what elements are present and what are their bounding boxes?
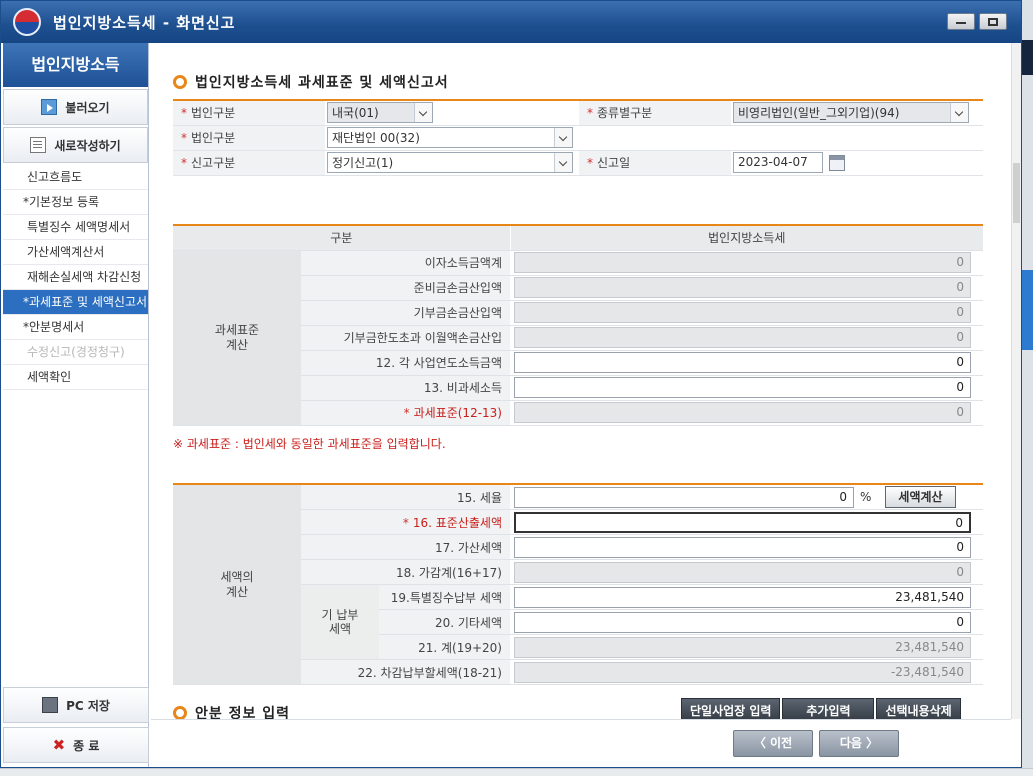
nav-header: 법인지방소득 bbox=[3, 43, 148, 87]
new-button-label: 새로작성하기 bbox=[54, 138, 121, 153]
nontaxable-input[interactable]: 0 bbox=[514, 377, 971, 398]
calc-tax-button[interactable]: 세액계산 bbox=[885, 486, 956, 508]
chevron-down-icon bbox=[554, 153, 572, 172]
new-button[interactable]: 새로작성하기 bbox=[3, 127, 148, 163]
surcharge-input[interactable]: 0 bbox=[514, 536, 971, 558]
next-button[interactable]: 다음 〉 bbox=[819, 730, 899, 757]
orange-bullet-icon bbox=[173, 706, 187, 720]
title-bar: 법인지방소득세 - 화면신고 bbox=[1, 1, 1021, 43]
report-date-input[interactable]: 2023-04-07 bbox=[733, 152, 823, 173]
nav-item-tax-base[interactable]: *과세표준 및 세액신고서 bbox=[3, 290, 148, 315]
report-date-label: 신고일 bbox=[597, 156, 631, 170]
nav-item-basic-info[interactable]: *기본정보 등록 bbox=[3, 190, 148, 215]
exit-label: 종 료 bbox=[73, 738, 100, 753]
load-button-label: 불러오기 bbox=[65, 100, 110, 115]
tax-base-group-label: 과세표준 계산 bbox=[173, 250, 301, 426]
kind-label: 종류별구분 bbox=[597, 106, 653, 121]
interest-income-input: 0 bbox=[514, 252, 971, 273]
taegeuk-logo-icon bbox=[13, 8, 41, 36]
prepaid-group-label: 기 납부 세액 bbox=[301, 584, 379, 660]
nav-item-amend: 수정신고(경정청구) bbox=[3, 340, 148, 365]
row-label: 준비금손금산입액 bbox=[301, 275, 510, 301]
main-content: 법인지방소득세 과세표준 및 세액신고서 * 법인구분 내국(01) * 종류별구분… bbox=[151, 43, 1011, 767]
pc-save-label: PC 저장 bbox=[66, 698, 110, 713]
surcharge-label: 17. 가산세액 bbox=[301, 534, 510, 560]
load-icon bbox=[41, 99, 58, 115]
load-button[interactable]: 불러오기 bbox=[3, 89, 148, 125]
chevron-down-icon bbox=[554, 128, 572, 147]
rate-unit: % bbox=[860, 490, 872, 504]
nav-item-allocation[interactable]: *안분명세서 bbox=[3, 315, 148, 340]
row-label: 13. 비과세소득 bbox=[301, 375, 510, 401]
special-label: 19.특별징수납부 세액 bbox=[379, 584, 510, 610]
pc-save-button[interactable]: PC 저장 bbox=[3, 687, 149, 723]
maximize-button[interactable] bbox=[979, 13, 1007, 30]
tax-base-note: ※ 과세표준 : 법인세와 동일한 과세표준을 입력합니다. bbox=[173, 437, 446, 451]
kind-select[interactable]: 비영리법인(일반_그외기업)(94) bbox=[733, 102, 969, 124]
prev-button[interactable]: 〈 이전 bbox=[733, 730, 813, 757]
diff-input: -23,481,540 bbox=[514, 661, 971, 683]
corp-type-label: 법인구분 bbox=[191, 106, 236, 121]
window-title: 법인지방소득세 - 화면신고 bbox=[53, 14, 236, 32]
tax-base-input: 0 bbox=[514, 402, 971, 423]
row-label: 이자소득금액계 bbox=[301, 250, 510, 276]
nav-item-flow[interactable]: 신고흐름도 bbox=[3, 165, 148, 190]
standard-label: 16. 표준산출세액 bbox=[412, 515, 502, 530]
close-x-icon: ✖ bbox=[52, 736, 66, 754]
tax-base-table: 구분 법인지방소득세 과세표준 계산 이자소득금액계 0 준비금손금산입액 0 … bbox=[173, 224, 983, 426]
special-input[interactable]: 23,481,540 bbox=[514, 586, 971, 608]
reserve-input: 0 bbox=[514, 277, 971, 298]
document-edit-icon bbox=[30, 137, 47, 153]
tax-calc-group-label: 세액의 계산 bbox=[173, 484, 301, 685]
nav-item-surcharge[interactable]: 가산세액계산서 bbox=[3, 240, 148, 265]
rate-input[interactable]: 0 bbox=[514, 486, 854, 508]
row-label: 12. 각 사업연도소득금액 bbox=[301, 350, 510, 376]
app-window: 법인지방소득세 - 화면신고 법인지방소득 불러오기 새로작성하기 신고흐름도 … bbox=[0, 0, 1022, 768]
section-title: 법인지방소득세 과세표준 및 세액신고서 bbox=[173, 72, 449, 92]
row-label: 기부금한도초과 이월액손금산입 bbox=[301, 325, 510, 351]
floppy-disk-icon bbox=[42, 697, 59, 713]
standard-tax-input[interactable]: 0 bbox=[514, 511, 971, 533]
report-type-label: 신고구분 bbox=[191, 156, 236, 170]
sum-input: 0 bbox=[514, 561, 971, 583]
row-label: 과세표준(12-13) bbox=[413, 406, 502, 420]
calendar-icon[interactable] bbox=[828, 154, 845, 171]
background-window-edge bbox=[1022, 0, 1033, 776]
footer: 〈 이전 다음 〉 bbox=[151, 719, 1011, 767]
corp-type-select[interactable]: 내국(01) bbox=[327, 102, 433, 124]
col-tax: 법인지방소득세 bbox=[509, 225, 983, 251]
other-input[interactable]: 0 bbox=[514, 611, 971, 633]
header-form: * 법인구분 내국(01) * 종류별구분 비영리법인(일반_그외기업)(94) *… bbox=[173, 99, 983, 176]
sum-label: 18. 가감계(16+17) bbox=[301, 559, 510, 585]
row-label: 기부금손금산입액 bbox=[301, 300, 510, 326]
total-input: 23,481,540 bbox=[514, 636, 971, 658]
total-label: 21. 계(19+20) bbox=[379, 634, 510, 660]
left-nav: 법인지방소득 불러오기 새로작성하기 신고흐름도 *기본정보 등록 특별징수 세… bbox=[3, 43, 149, 767]
exit-button[interactable]: ✖ 종 료 bbox=[3, 727, 149, 763]
donation-carryover-input: 0 bbox=[514, 327, 971, 348]
vertical-scrollbar[interactable] bbox=[1011, 43, 1021, 719]
corp-type2-label: 법인구분 bbox=[191, 131, 236, 145]
col-category: 구분 bbox=[173, 225, 510, 251]
orange-bullet-icon bbox=[173, 75, 187, 89]
chevron-down-icon bbox=[950, 103, 968, 123]
section-title-text: 법인지방소득세 과세표준 및 세액신고서 bbox=[195, 75, 449, 91]
minimize-button[interactable] bbox=[947, 13, 975, 30]
tax-calc-table: 세액의 계산 15. 세율 0 % 세액계산 * 16. 표준산출세액 0 17.… bbox=[173, 483, 983, 685]
business-income-input[interactable]: 0 bbox=[514, 352, 971, 373]
diff-label: 22. 차감납부할세액(18-21) bbox=[301, 659, 510, 685]
nav-list: 신고흐름도 *기본정보 등록 특별징수 세액명세서 가산세액계산서 재해손실세액… bbox=[3, 165, 148, 390]
report-type-select[interactable]: 정기신고(1) bbox=[327, 152, 573, 173]
chevron-down-icon bbox=[414, 103, 432, 123]
corp-type2-select[interactable]: 재단법인 00(32) bbox=[327, 127, 573, 148]
nav-item-special-withholding[interactable]: 특별징수 세액명세서 bbox=[3, 215, 148, 240]
donation-input: 0 bbox=[514, 302, 971, 323]
nav-item-disaster[interactable]: 재해손실세액 차감신청 bbox=[3, 265, 148, 290]
rate-label: 15. 세율 bbox=[301, 484, 510, 510]
background-taskbar bbox=[0, 768, 1033, 776]
other-label: 20. 기타세액 bbox=[379, 609, 510, 635]
nav-item-tax-check[interactable]: 세액확인 bbox=[3, 365, 148, 390]
